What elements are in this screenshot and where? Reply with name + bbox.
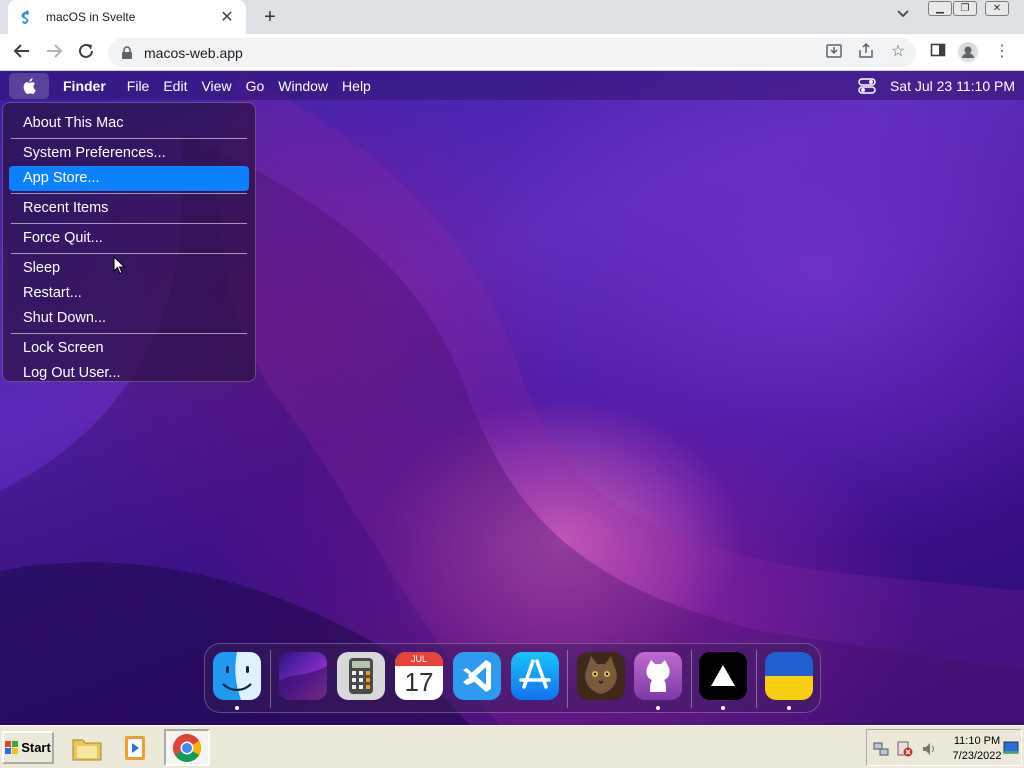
- menu-separator: [11, 253, 247, 254]
- menu-separator: [11, 223, 247, 224]
- calendar-month: JUL: [395, 652, 443, 666]
- minimize-window-button[interactable]: ▁: [928, 1, 952, 16]
- start-button[interactable]: Start: [2, 731, 54, 764]
- network-icon[interactable]: [873, 741, 889, 757]
- menu-item-lock-screen[interactable]: Lock Screen: [9, 336, 249, 361]
- system-tray: 11:10 PM 7/23/2022: [866, 729, 1022, 766]
- control-center-icon[interactable]: [858, 77, 876, 94]
- close-tab-icon[interactable]: ✕: [218, 7, 236, 27]
- address-bar[interactable]: macos-web.app: [108, 38, 916, 67]
- share-icon[interactable]: [856, 42, 876, 62]
- start-label: Start: [21, 740, 51, 755]
- menu-item-app-store[interactable]: App Store...: [9, 166, 249, 191]
- reload-icon[interactable]: [76, 42, 96, 62]
- menu-item-sleep[interactable]: Sleep: [9, 256, 249, 281]
- dock-app-store-icon[interactable]: [511, 652, 559, 700]
- menubar-status-area: Sat Jul 23 11:10 PM: [858, 71, 1015, 100]
- menu-item-recent-items[interactable]: Recent Items: [9, 196, 249, 221]
- menu-edit[interactable]: Edit: [163, 78, 187, 94]
- url-text: macos-web.app: [144, 44, 243, 61]
- browser-toolbar: macos-web.app ☆ ⋮: [0, 34, 1024, 71]
- forward-arrow-icon[interactable]: [44, 42, 64, 62]
- menu-help[interactable]: Help: [342, 78, 371, 94]
- taskbar-chrome-icon[interactable]: [164, 729, 210, 766]
- dock-calculator-icon[interactable]: [337, 652, 385, 700]
- dock-github-icon[interactable]: [634, 652, 682, 700]
- show-desktop-icon[interactable]: [1003, 740, 1019, 756]
- menu-item-about-this-mac[interactable]: About This Mac: [9, 111, 249, 136]
- running-indicator: [235, 706, 239, 710]
- volume-icon[interactable]: [921, 741, 937, 757]
- menu-separator: [11, 193, 247, 194]
- windows-taskbar: Start 11:10 PM 7/23/2022: [0, 725, 1024, 768]
- running-indicator: [721, 706, 725, 710]
- lock-icon: [122, 45, 132, 59]
- windows-logo-icon: [5, 740, 19, 754]
- dock-vercel-icon[interactable]: [699, 652, 747, 700]
- menu-app-finder[interactable]: Finder: [63, 78, 106, 94]
- apple-logo-icon: [23, 77, 36, 94]
- new-tab-button[interactable]: +: [258, 5, 282, 29]
- calendar-day: 17: [404, 667, 434, 697]
- apple-menu-button[interactable]: [9, 72, 49, 99]
- browser-tab[interactable]: macOS in Svelte ✕: [8, 0, 246, 34]
- close-window-button[interactable]: ✕: [985, 1, 1009, 16]
- running-indicator: [656, 706, 660, 710]
- dock-divider: [270, 650, 271, 708]
- dock-wallpapers-icon[interactable]: [279, 652, 327, 700]
- taskbar-explorer-icon[interactable]: [64, 729, 110, 766]
- dock-calendar-icon[interactable]: JUL 17: [395, 652, 443, 700]
- dock-cat-app-icon[interactable]: [577, 652, 625, 700]
- dock-divider: [567, 650, 568, 708]
- back-arrow-icon[interactable]: [12, 42, 32, 62]
- taskbar-media-player-icon[interactable]: [112, 729, 158, 766]
- tab-search-icon[interactable]: [896, 6, 914, 26]
- maximize-window-button[interactable]: ❐: [953, 1, 977, 16]
- running-indicator: [787, 706, 791, 710]
- dock-finder-icon[interactable]: [213, 652, 261, 700]
- browser-tabstrip: macOS in Svelte ✕ + ▁ ❐ ✕: [0, 0, 1024, 34]
- menubar-clock[interactable]: Sat Jul 23 11:10 PM: [890, 78, 1015, 94]
- dock-divider: [691, 650, 692, 708]
- install-app-icon[interactable]: [824, 42, 844, 62]
- menu-item-restart[interactable]: Restart...: [9, 281, 249, 306]
- svelte-icon: [21, 10, 29, 24]
- profile-avatar-icon[interactable]: [958, 42, 978, 62]
- dock-vscode-icon[interactable]: [453, 652, 501, 700]
- side-panel-icon[interactable]: [928, 42, 948, 62]
- more-menu-icon[interactable]: ⋮: [992, 42, 1012, 62]
- apple-dropdown-menu: About This Mac System Preferences... App…: [2, 102, 256, 382]
- menu-file[interactable]: File: [127, 78, 150, 94]
- menu-item-log-out[interactable]: Log Out User...: [9, 361, 249, 386]
- menu-separator: [11, 138, 247, 139]
- macos-dock: JUL 17: [204, 643, 821, 713]
- macos-desktop: Finder File Edit View Go Window Help Sat…: [0, 71, 1024, 725]
- tab-title: macOS in Svelte: [46, 10, 136, 24]
- dock-ukraine-flag-icon[interactable]: [765, 652, 813, 700]
- menu-go[interactable]: Go: [246, 78, 265, 94]
- dock-divider: [756, 650, 757, 708]
- mouse-cursor-icon: [113, 256, 126, 275]
- macos-menubar: Finder File Edit View Go Window Help Sat…: [0, 71, 1024, 100]
- menu-separator: [11, 333, 247, 334]
- security-alert-icon[interactable]: [897, 741, 913, 757]
- menu-item-force-quit[interactable]: Force Quit...: [9, 226, 249, 251]
- bookmark-star-icon[interactable]: ☆: [888, 42, 908, 62]
- menu-view[interactable]: View: [201, 78, 231, 94]
- menu-window[interactable]: Window: [278, 78, 328, 94]
- menu-item-shut-down[interactable]: Shut Down...: [9, 306, 249, 331]
- menu-item-system-preferences[interactable]: System Preferences...: [9, 141, 249, 166]
